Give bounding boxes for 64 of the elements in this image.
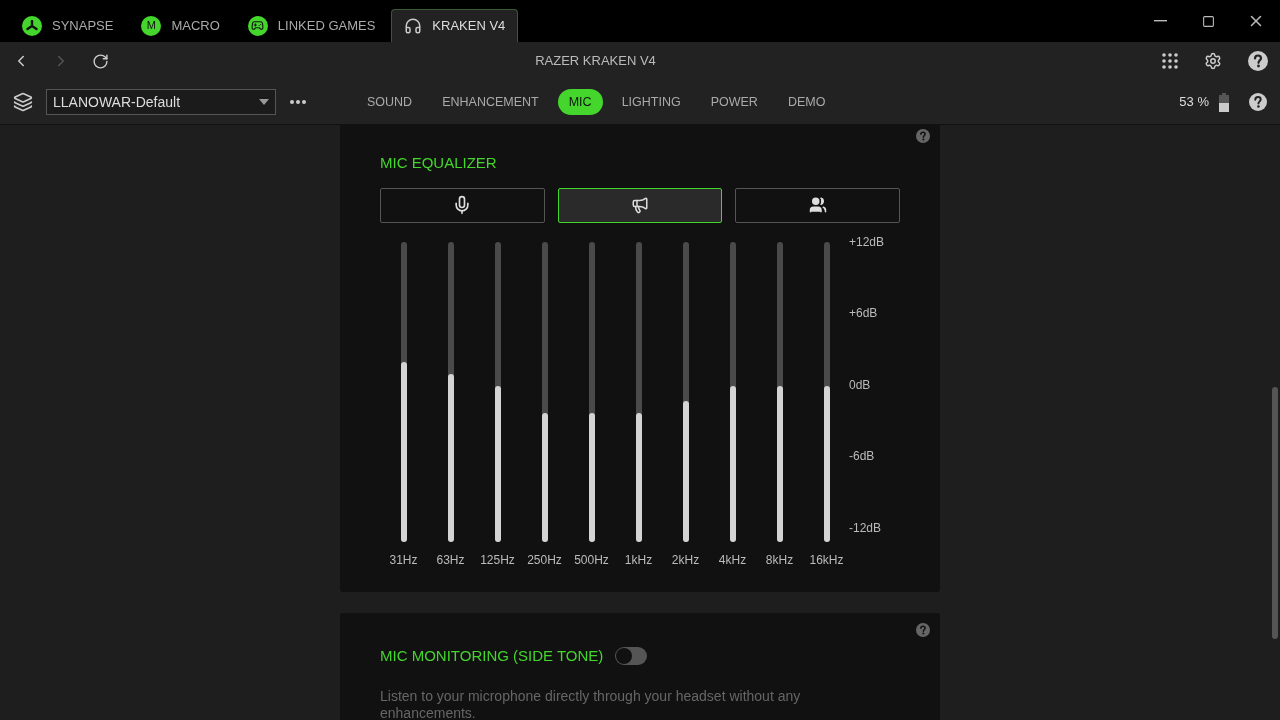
eq-slider[interactable] bbox=[682, 241, 689, 542]
app-tab[interactable]: M MACRO bbox=[129, 9, 232, 42]
eq-slider[interactable] bbox=[541, 241, 548, 542]
synapse-logo-icon bbox=[22, 15, 42, 36]
scrollbar[interactable] bbox=[1272, 387, 1278, 639]
section-title: MIC EQUALIZER bbox=[380, 153, 498, 173]
frequency-label: 250Hz bbox=[527, 551, 562, 569]
more-button[interactable] bbox=[290, 100, 306, 104]
db-scale-label: 0dB bbox=[849, 377, 872, 392]
frequency-label: 1kHz bbox=[624, 551, 653, 569]
frequency-label: 2kHz bbox=[671, 551, 700, 569]
profiles-icon[interactable] bbox=[13, 92, 33, 112]
db-scale-label: -6dB bbox=[849, 449, 876, 463]
frequency-label: 8kHz bbox=[765, 551, 794, 569]
eq-slider[interactable] bbox=[729, 241, 736, 542]
frequency-label: 500Hz bbox=[574, 551, 609, 569]
preset-button[interactable] bbox=[735, 187, 900, 223]
app-tab[interactable]: KRAKEN V4 bbox=[391, 9, 519, 42]
battery-icon bbox=[1219, 92, 1229, 112]
app-tab[interactable]: SYNAPSE bbox=[10, 9, 126, 42]
description-text: Listen to your microphone directly through your headset without any enhancements. bbox=[380, 687, 802, 720]
macro-icon: M bbox=[141, 15, 162, 36]
help-icon[interactable] bbox=[1249, 93, 1267, 111]
frequency-label: 125Hz bbox=[480, 551, 515, 569]
eq-slider[interactable] bbox=[823, 241, 830, 542]
device-tab[interactable]: DEMO bbox=[776, 89, 837, 115]
apps-grid-button[interactable] bbox=[1162, 53, 1178, 69]
device-tab[interactable]: ENHANCEMENT bbox=[431, 89, 550, 115]
eq-slider[interactable] bbox=[588, 241, 595, 542]
megaphone-icon bbox=[631, 196, 649, 214]
eq-slider[interactable] bbox=[635, 241, 642, 542]
settings-button[interactable] bbox=[1204, 52, 1222, 70]
db-scale-label: +6dB bbox=[849, 306, 879, 320]
headset-icon bbox=[404, 17, 423, 35]
more-icon bbox=[290, 100, 306, 104]
side-tone-toggle[interactable] bbox=[615, 647, 648, 666]
preset-button[interactable] bbox=[557, 187, 723, 223]
eq-slider[interactable] bbox=[776, 241, 783, 542]
db-scale-label: +12dB bbox=[849, 234, 885, 249]
frequency-label: 63Hz bbox=[436, 551, 465, 569]
device-tab[interactable]: MIC bbox=[557, 89, 603, 115]
device-tab[interactable]: SOUND bbox=[356, 89, 424, 115]
battery-reading: 53 % bbox=[1179, 93, 1209, 112]
caret-icon bbox=[259, 99, 269, 105]
refresh-button[interactable] bbox=[92, 52, 109, 70]
window-title: RAZER KRAKEN V4 bbox=[535, 52, 656, 71]
frequency-label: 4kHz bbox=[718, 551, 747, 569]
device-tab[interactable]: LIGHTING bbox=[610, 89, 692, 115]
maximize-icon bbox=[1201, 14, 1215, 28]
people-icon bbox=[808, 196, 827, 214]
device-tab[interactable]: POWER bbox=[699, 89, 769, 115]
eq-slider[interactable] bbox=[447, 241, 454, 542]
section-title: MIC MONITORING (SIDE TONE) bbox=[380, 646, 604, 666]
db-scale-label: -12dB bbox=[849, 520, 883, 535]
eq-slider[interactable] bbox=[494, 241, 501, 542]
eq-slider[interactable] bbox=[400, 241, 407, 542]
profile-dropdown[interactable]: LLANOWAR-Default bbox=[46, 89, 276, 115]
minimize-icon bbox=[1153, 20, 1167, 22]
support-icon[interactable] bbox=[1248, 51, 1268, 71]
frequency-label: 16kHz bbox=[809, 551, 844, 569]
gamepad-icon bbox=[247, 15, 268, 36]
refresh-icon bbox=[92, 52, 109, 70]
frequency-label: 31Hz bbox=[389, 551, 418, 569]
app-tab[interactable]: LINKED GAMES bbox=[235, 9, 388, 42]
